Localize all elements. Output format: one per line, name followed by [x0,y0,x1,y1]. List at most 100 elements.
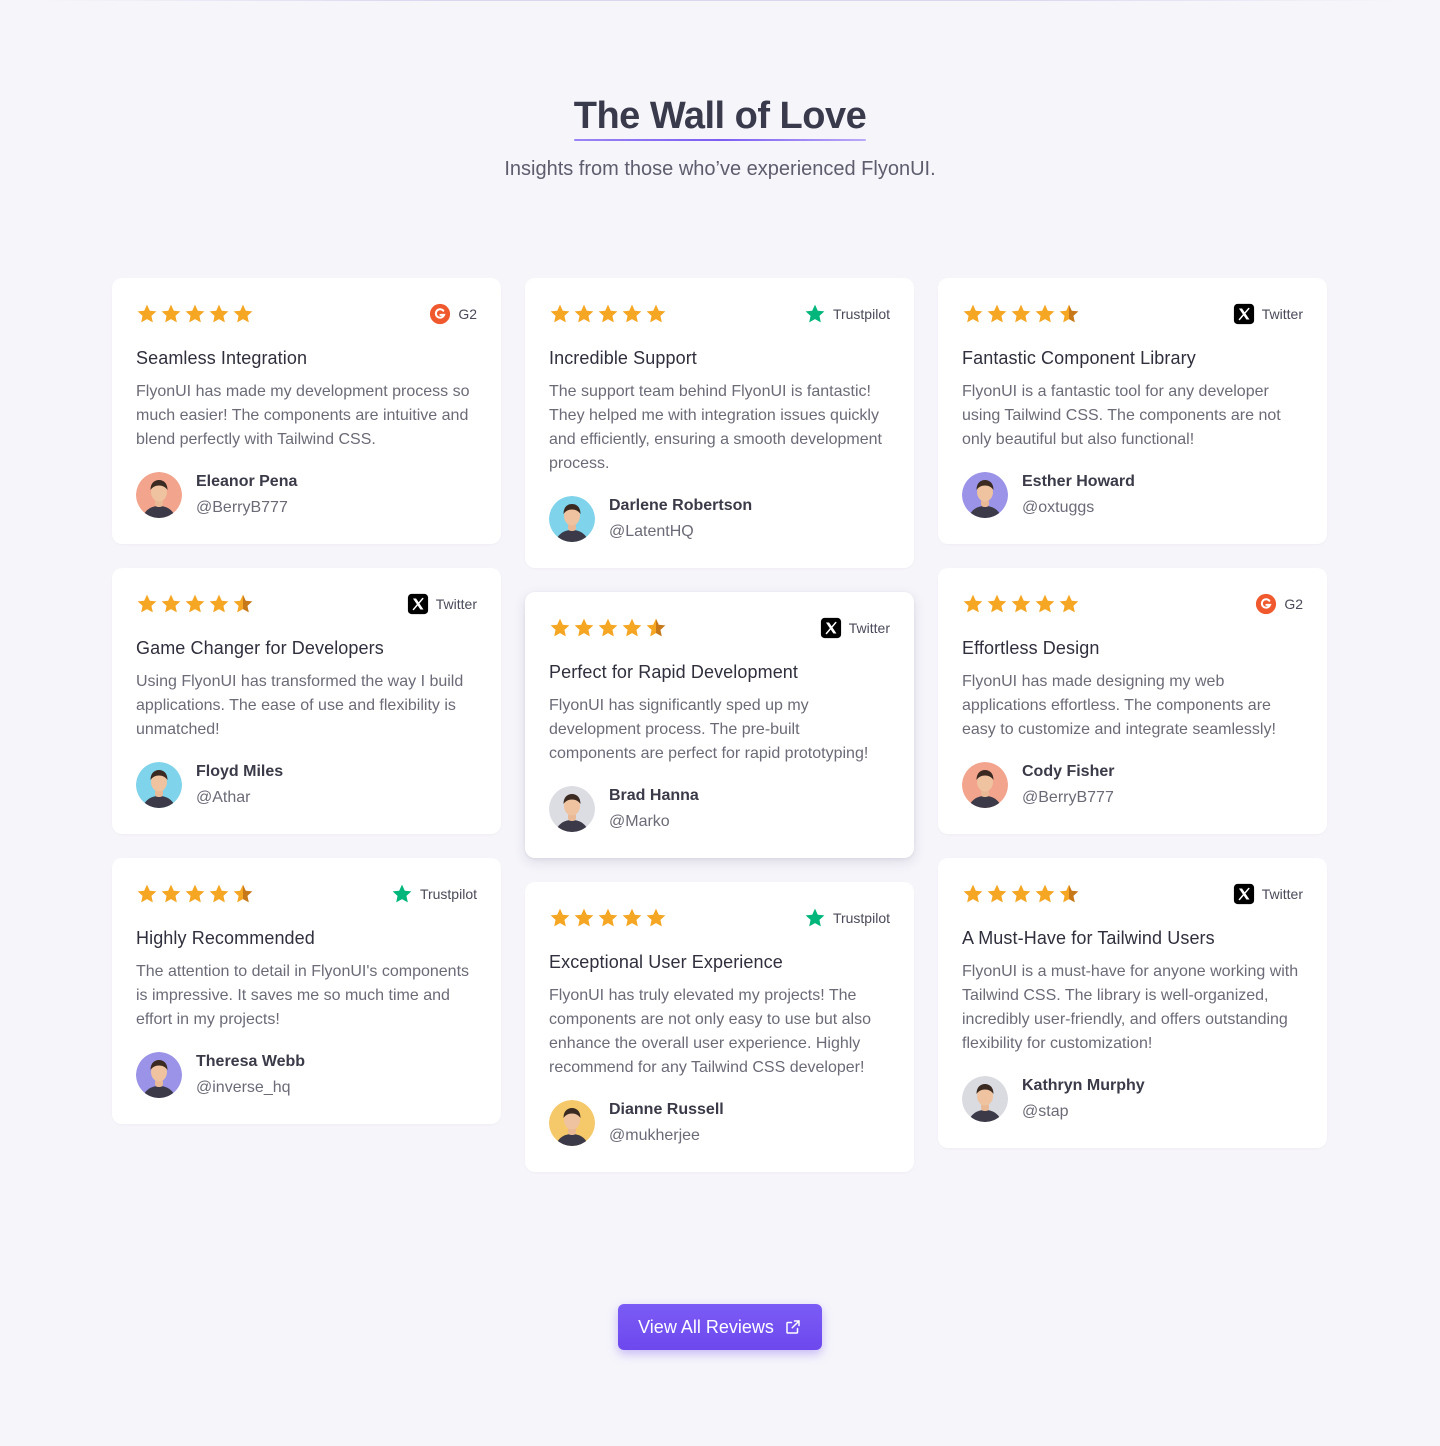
star-icon [233,304,253,323]
author-info: Esther Howard @oxtuggs [1022,470,1135,520]
star-icon [598,618,618,637]
star-icon [550,618,570,637]
page-title: The Wall of Love [573,92,867,141]
star-icon [987,884,1007,903]
author-name: Cody Fisher [1022,763,1115,780]
review-title: Highly Recommended [136,928,315,948]
review-body: FlyonUI is a must-have for anyone workin… [962,963,1299,1052]
top-divider [40,0,1400,1]
reviews-grid: G2 Seamless Integration FlyonUI has made m… [112,278,1327,1172]
star-rating [962,883,1080,905]
x-twitter-icon [407,593,428,615]
review-title: Effortless Design [962,638,1100,658]
cta-wrapper: View All Reviews [0,1304,1440,1350]
reviews-column: G2 Seamless Integration FlyonUI has made m… [112,278,501,1172]
star-icon [233,884,253,903]
star-icon [209,594,229,613]
view-all-reviews-button[interactable]: View All Reviews [618,1304,822,1350]
star-rating [962,303,1080,325]
author-handle: @oxtuggs [1022,499,1095,516]
page-subtitle: Insights from those who’ve experienced F… [504,158,936,180]
review-source: Twitter [1233,883,1303,905]
review-card: Trustpilot Exceptional User Experience Fly… [525,882,914,1172]
review-author: Darlene Robertson @LatentHQ [549,494,890,544]
star-icon [622,908,642,927]
star-rating [136,303,254,325]
avatar [136,762,182,808]
review-source-label: Twitter [1261,886,1303,902]
star-icon [137,304,157,323]
view-all-reviews-label: View All Reviews [638,1316,774,1337]
review-card-header: Trustpilot [549,302,890,326]
star-icon [1011,304,1031,323]
author-name: Kathryn Murphy [1022,1077,1145,1094]
star-icon [574,908,594,927]
avatar [549,496,595,542]
review-title: A Must-Have for Tailwind Users [962,928,1215,948]
star-icon [987,594,1007,613]
review-card-header: Twitter [549,616,890,640]
star-icon [233,594,253,613]
x-twitter-icon [820,617,841,639]
review-card-header: Twitter [962,882,1303,906]
review-title: Perfect for Rapid Development [549,662,799,682]
review-title: Seamless Integration [136,348,308,368]
reviews-column: Trustpilot Incredible Support The support … [525,278,914,1172]
star-icon [185,304,205,323]
author-name: Theresa Webb [196,1053,306,1070]
review-body: FlyonUI has made my development process … [136,383,470,448]
review-author: Eleanor Pena @BerryB777 [136,470,477,520]
star-rating [136,883,254,905]
review-author: Kathryn Murphy @stap [962,1074,1303,1124]
review-source-label: Trustpilot [832,306,890,322]
star-icon [963,304,983,323]
author-handle: @mukherjee [609,1127,700,1144]
star-icon [963,594,983,613]
review-body: FlyonUI has significantly sped up my dev… [549,697,869,762]
author-name: Darlene Robertson [609,497,753,514]
star-icon [185,884,205,903]
review-body: The attention to detail in FlyonUI's com… [136,963,470,1028]
star-icon [161,884,181,903]
trustpilot-star-icon [805,304,825,323]
star-icon [963,884,983,903]
star-icon [1035,594,1055,613]
review-source-label: Twitter [435,596,477,612]
star-icon [161,304,181,323]
author-handle: @inverse_hq [196,1079,291,1096]
avatar [136,472,182,518]
review-title: Incredible Support [549,348,697,368]
author-handle: @BerryB777 [1022,789,1114,806]
review-author: Theresa Webb @inverse_hq [136,1050,477,1100]
star-rating [136,593,254,615]
star-icon [1059,304,1079,323]
author-info: Kathryn Murphy @stap [1022,1074,1145,1124]
author-info: Brad Hanna @Marko [609,784,699,834]
star-icon [1011,594,1031,613]
avatar [962,762,1008,808]
author-name: Esther Howard [1022,473,1135,490]
trustpilot-star-icon [805,908,825,927]
review-source-label: Trustpilot [832,910,890,926]
review-body: FlyonUI has made designing my web applic… [962,673,1276,738]
star-icon [137,884,157,903]
review-source: Twitter [407,593,477,615]
author-info: Floyd Miles @Athar [196,760,283,810]
author-handle: @BerryB777 [196,499,288,516]
star-icon [622,304,642,323]
star-icon [646,908,666,927]
review-title: Exceptional User Experience [549,952,783,972]
reviews-column: Twitter Fantastic Component Library FlyonU… [938,278,1327,1172]
star-icon [1035,304,1055,323]
star-icon [598,304,618,323]
star-rating [962,593,1080,615]
avatar [962,1076,1008,1122]
review-source: Twitter [1233,303,1303,325]
review-card: Twitter Game Changer for Developers Using … [112,568,501,834]
star-icon [1035,884,1055,903]
review-body: FlyonUI is a fantastic tool for any deve… [962,383,1281,448]
author-name: Dianne Russell [609,1101,724,1118]
star-icon [209,884,229,903]
star-icon [209,304,229,323]
review-source: Trustpilot [391,883,477,905]
